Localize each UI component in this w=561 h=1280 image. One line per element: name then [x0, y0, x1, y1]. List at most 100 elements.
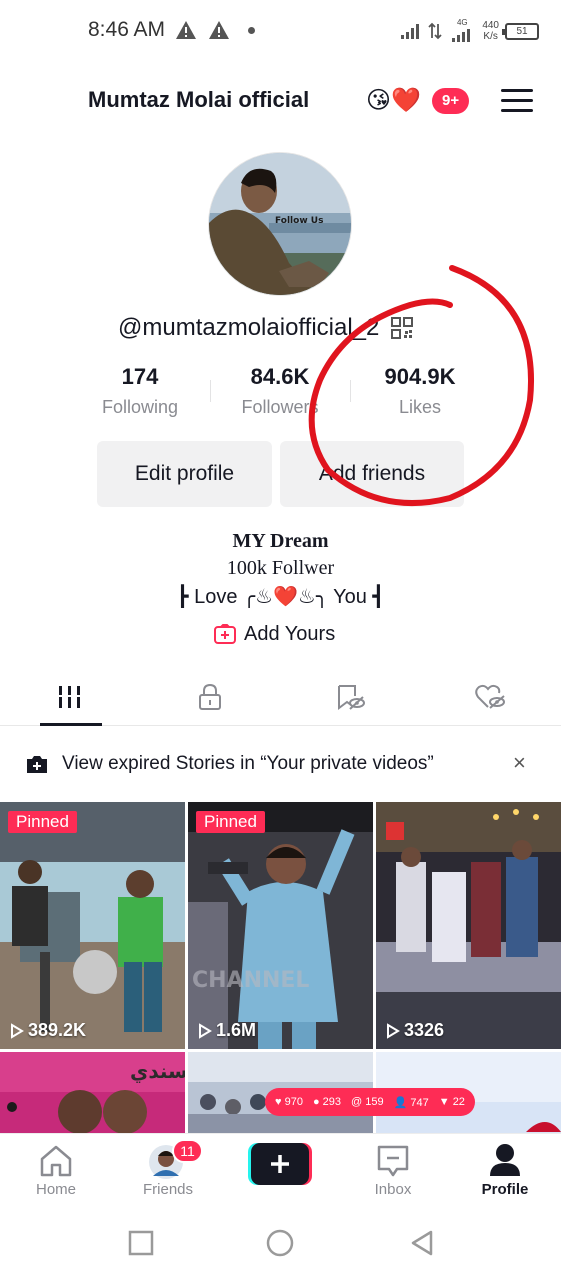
- warning-icon: [209, 21, 229, 39]
- stat-label: Likes: [398, 397, 442, 417]
- bottom-nav: Home Friends 11 Inbox Profile: [0, 1133, 561, 1208]
- add-yours-label: Add Yours: [244, 622, 336, 645]
- nav-friends[interactable]: Friends: [118, 1134, 218, 1209]
- nav-inbox[interactable]: Inbox: [343, 1134, 443, 1209]
- signal-icon: [452, 29, 471, 42]
- stat-following[interactable]: 174 Following: [70, 362, 210, 422]
- play-icon: [387, 1022, 400, 1039]
- notification-badge[interactable]: 9+: [432, 88, 470, 114]
- video-thumbnail[interactable]: CHANNEL Pinned 1.6M: [188, 802, 373, 1049]
- profile-icon: [490, 1144, 520, 1176]
- signal-icon: [401, 24, 420, 39]
- live-stats-overlay: ♥ 970 ● 293 @ 159 👤 747 ▼ 22: [265, 1088, 475, 1116]
- tab-liked[interactable]: [455, 668, 525, 726]
- data-transfer-icon: [428, 22, 442, 40]
- thumbnail-text: سندي: [130, 1059, 185, 1084]
- follower-stat: 👤 747: [393, 1096, 429, 1109]
- profile-bio: MY Dream 100k Follwer ┣ Love ╭♨❤️♨╮ You …: [0, 528, 561, 612]
- username: @mumtazmolaiofficial_2: [118, 314, 380, 341]
- view-count-value: 389.2K: [28, 1020, 87, 1040]
- back-icon[interactable]: [407, 1228, 437, 1258]
- video-thumbnail-image: سندي: [0, 1052, 185, 1138]
- video-thumbnail[interactable]: سندي: [0, 1052, 185, 1138]
- gift-count: 22: [452, 1096, 465, 1108]
- heart-stat: ♥ 970: [275, 1096, 303, 1108]
- grid-icon: [57, 686, 83, 708]
- tab-videos[interactable]: [35, 668, 105, 726]
- heart-count: 970: [284, 1096, 303, 1108]
- pinned-badge: Pinned: [8, 811, 77, 833]
- inbox-icon: [377, 1145, 409, 1177]
- add-yours-link[interactable]: Add Yours: [214, 620, 335, 648]
- favorites-icon: [338, 685, 365, 710]
- stat-label: Following: [101, 397, 179, 417]
- status-indicators: 4G 440 K/s 51: [400, 16, 539, 46]
- bio-line: 100k Follwer: [226, 557, 335, 579]
- follower-count: 747: [410, 1096, 429, 1109]
- video-thumbnail[interactable]: Pinned 389.2K: [0, 802, 185, 1049]
- expired-stories-banner[interactable]: View expired Stories in “Your private vi…: [0, 736, 561, 792]
- warning-icon: [176, 21, 196, 39]
- nav-profile[interactable]: Profile: [455, 1134, 555, 1209]
- avatar-caption: Follow Us: [275, 216, 323, 226]
- stat-followers[interactable]: 84.6K Followers: [210, 362, 350, 422]
- qr-code-icon[interactable]: [391, 317, 414, 339]
- battery-level: 51: [516, 25, 528, 37]
- create-button[interactable]: [248, 1143, 312, 1185]
- profile-stats: 174 Following 84.6K Followers 904.9K Lik…: [0, 362, 561, 428]
- stat-value: 84.6K: [250, 364, 310, 389]
- status-bar: 8:46 AM 4G 440 K/s 51: [0, 0, 561, 62]
- view-count: 1.6M: [198, 1020, 256, 1041]
- network-type: 4G: [456, 18, 468, 27]
- nav-home[interactable]: Home: [6, 1134, 106, 1209]
- thumbnail-watermark: CHANNEL: [192, 968, 309, 993]
- pinned-badge: Pinned: [196, 811, 265, 833]
- signal-4g: 4G: [448, 17, 476, 45]
- title-emoji: 😘❤️: [366, 87, 421, 114]
- liked-icon: [475, 684, 505, 709]
- close-icon[interactable]: ×: [513, 750, 526, 776]
- add-yours-icon: [214, 624, 236, 644]
- system-nav-bar: [0, 1208, 561, 1280]
- network-speed: 440 K/s: [482, 20, 499, 42]
- view-count: 389.2K: [10, 1020, 86, 1041]
- notification-dot: [248, 27, 255, 34]
- stat-label: Followers: [241, 397, 319, 417]
- tab-private[interactable]: [175, 668, 245, 726]
- nav-home-label: Home: [35, 1181, 76, 1198]
- view-count-value: 1.6M: [216, 1020, 257, 1040]
- friends-badge: 11: [172, 1139, 203, 1163]
- status-time: 8:46 AM: [88, 18, 166, 41]
- lock-icon: [199, 683, 221, 710]
- menu-icon[interactable]: [501, 89, 533, 113]
- play-icon: [11, 1022, 24, 1039]
- video-thumbnail-image: [0, 802, 185, 1049]
- nav-inbox-label: Inbox: [374, 1181, 412, 1198]
- stat-value: 904.9K: [384, 364, 456, 389]
- home-circle-icon[interactable]: [265, 1228, 295, 1258]
- play-icon: [199, 1022, 212, 1039]
- edit-profile-button[interactable]: Edit profile: [97, 441, 272, 507]
- comment-stat: ● 293: [312, 1096, 342, 1108]
- stat-value: 174: [121, 364, 159, 389]
- bio-line: ┣ Love ╭♨❤️♨╮ You ┫: [176, 586, 385, 608]
- recents-icon[interactable]: [126, 1228, 156, 1258]
- stat-likes[interactable]: 904.9K Likes: [350, 362, 490, 422]
- mention-count: 159: [365, 1096, 384, 1108]
- video-thumbnail-image: CHANNEL: [188, 802, 373, 1049]
- profile-tabs: [0, 668, 561, 726]
- avatar-image: Follow Us: [209, 153, 351, 295]
- tab-favorites[interactable]: [315, 668, 385, 726]
- view-count-value: 3326: [404, 1020, 445, 1040]
- nav-profile-label: Profile: [481, 1181, 529, 1198]
- username-row: @mumtazmolaiofficial_2: [118, 312, 414, 344]
- video-thumbnail-image: [376, 802, 561, 1049]
- profile-header: Mumtaz Molai official 😘❤️ 9+: [0, 80, 561, 124]
- video-thumbnail[interactable]: 3326: [376, 802, 561, 1049]
- mention-stat: @ 159: [351, 1096, 384, 1108]
- bio-line: MY Dream: [232, 530, 329, 552]
- avatar[interactable]: Follow Us: [208, 152, 352, 296]
- network-speed-unit: K/s: [483, 31, 498, 42]
- add-friends-button[interactable]: Add friends: [280, 441, 464, 507]
- gift-stat: ▼ 22: [438, 1096, 465, 1108]
